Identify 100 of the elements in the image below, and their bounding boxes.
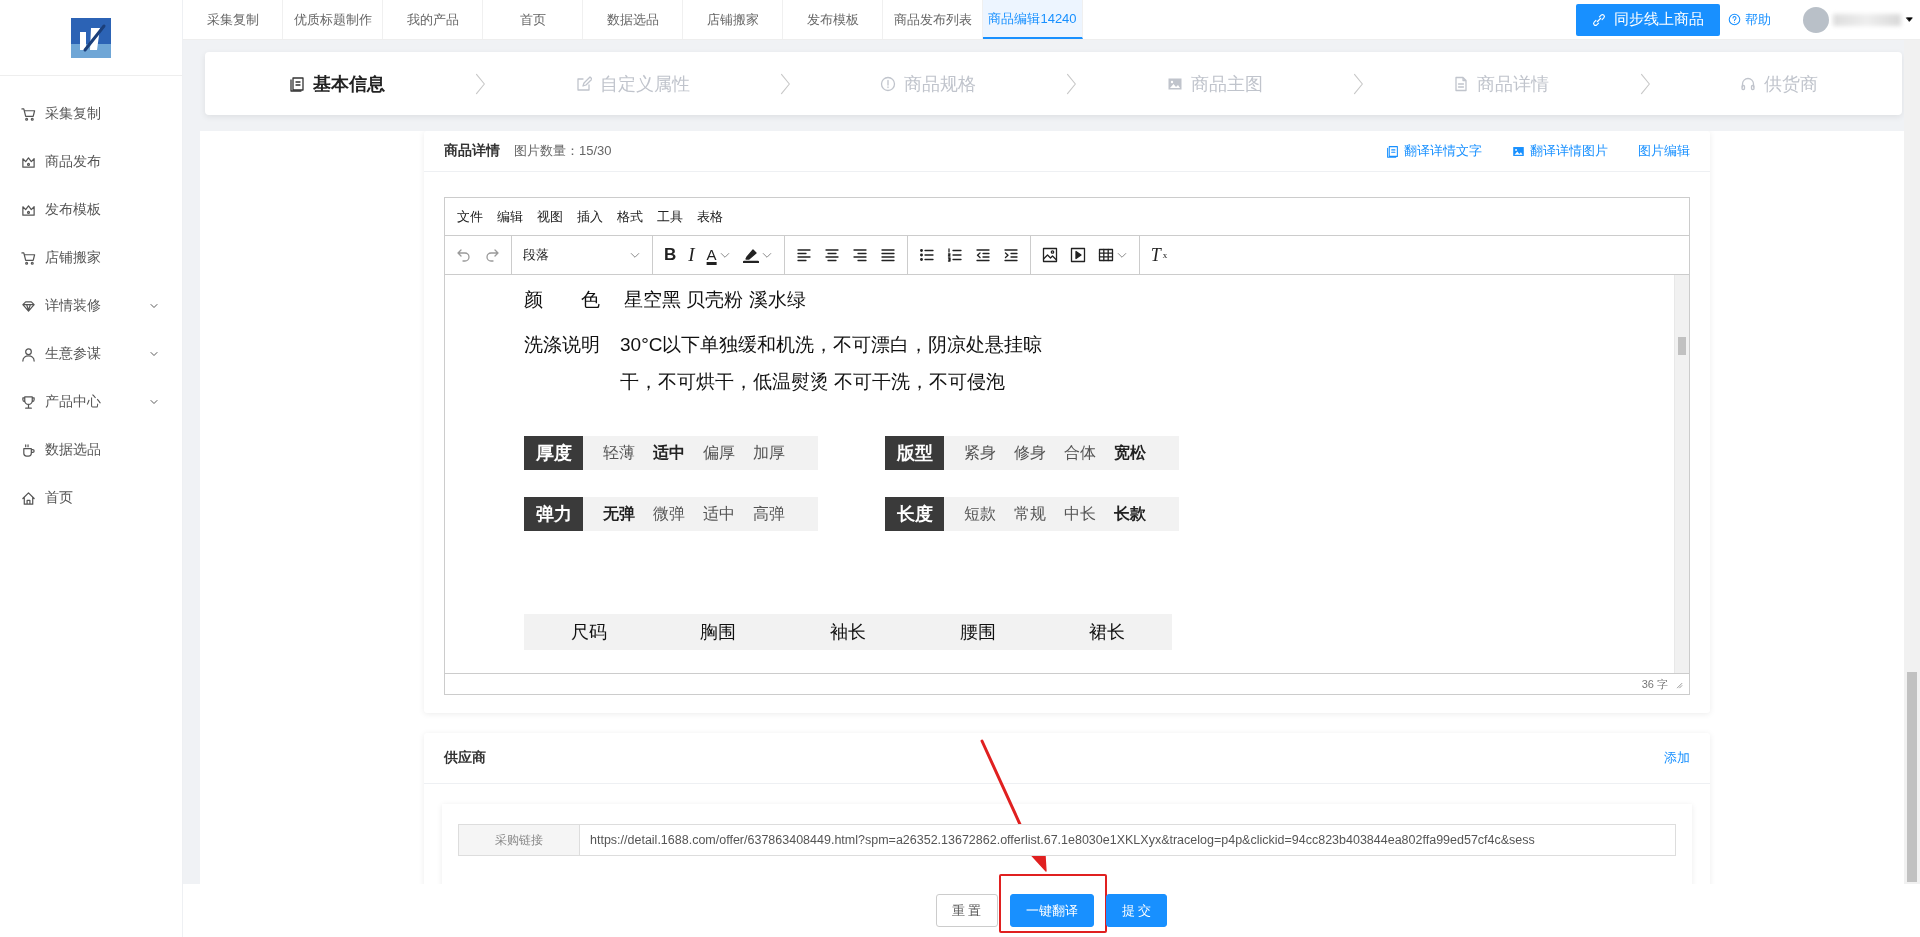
- link-icon: [1592, 12, 1606, 27]
- nav-tab[interactable]: 数据选品: [583, 0, 683, 39]
- sidebar-item[interactable]: 首页: [0, 474, 182, 522]
- attribute-heading: 厚度: [524, 436, 583, 470]
- menu-item[interactable]: 文件: [451, 203, 489, 230]
- menu-item[interactable]: 工具: [651, 203, 689, 230]
- format-select[interactable]: 段落: [518, 242, 646, 268]
- document-icon: [289, 75, 306, 92]
- attribute-option: 合体: [1064, 442, 1096, 464]
- table-header-cell-text: 腰围: [958, 621, 997, 644]
- outdent-icon[interactable]: [974, 247, 991, 263]
- spec-label: 洗涤说明: [524, 333, 601, 357]
- trophy-icon: [21, 394, 36, 410]
- info-icon: [880, 75, 897, 92]
- menu-item[interactable]: 视图: [531, 203, 569, 230]
- image-count: 图片数量：15/30: [514, 142, 612, 160]
- menu-item[interactable]: 表格: [691, 203, 729, 230]
- sidebar-item[interactable]: 生意参谋: [0, 330, 182, 378]
- headset-icon: [1739, 75, 1756, 92]
- crown-icon: [21, 154, 36, 170]
- spec-label: 颜色: [524, 288, 600, 312]
- align-left-icon[interactable]: [795, 247, 812, 263]
- section-title: 供应商: [444, 749, 486, 767]
- file-icon: [1453, 75, 1470, 92]
- attribute-option: 修身: [1014, 442, 1046, 464]
- sidebar-item[interactable]: 产品中心: [0, 378, 182, 426]
- chevron-right-icon: [473, 71, 488, 96]
- nav-tab[interactable]: 优质标题制作: [283, 0, 383, 39]
- attribute-option: 紧身: [964, 442, 996, 464]
- blurred-name: [1833, 13, 1901, 26]
- sidebar-item[interactable]: 采集复制: [0, 90, 182, 138]
- field-label: 采购链接: [458, 824, 580, 856]
- attribute-heading: 长度: [885, 497, 944, 531]
- chevron-right-icon: [1064, 71, 1079, 96]
- sidebar-item[interactable]: 店铺搬家: [0, 234, 182, 282]
- edit-icon: [575, 75, 592, 92]
- nav-tab[interactable]: 采集复制: [183, 0, 283, 39]
- attribute-option: 适中: [703, 503, 735, 525]
- document-icon: [1386, 144, 1399, 158]
- attribute-option: 中长: [1064, 503, 1096, 525]
- bold-button[interactable]: B: [659, 242, 682, 268]
- align-center-icon[interactable]: [823, 247, 840, 263]
- word-count: 36 字: [1641, 676, 1668, 692]
- attribute-option: 长款: [1114, 503, 1146, 525]
- sidebar-item[interactable]: 数据选品: [0, 426, 182, 474]
- nav-tab[interactable]: 首页: [483, 0, 583, 39]
- menu-item[interactable]: 编辑: [491, 203, 529, 230]
- cart-icon: [21, 106, 36, 122]
- menu-item[interactable]: 格式: [611, 203, 649, 230]
- cart-icon: [21, 250, 36, 266]
- cup-icon: [21, 442, 36, 458]
- app-logo: [71, 17, 111, 58]
- crown-icon: [21, 202, 36, 218]
- sidebar-item[interactable]: 详情装修: [0, 282, 182, 330]
- menu-item[interactable]: 插入: [571, 203, 609, 230]
- attribute-option: 偏厚: [703, 442, 735, 464]
- diamond-icon: [21, 298, 36, 314]
- table-header-cell-text: 胸围: [699, 621, 738, 644]
- nav-tab[interactable]: 店铺搬家: [683, 0, 783, 39]
- attribute-option: 宽松: [1114, 442, 1146, 464]
- spec-value: 30°C以下单独缓和机洗，不可漂白，阴凉处悬挂晾干，不可烘干，低温熨烫 不可干洗，不可侵泡: [620, 333, 1044, 394]
- home-icon: [21, 490, 36, 506]
- nav-tab[interactable]: 发布模板: [783, 0, 883, 39]
- highlighter-icon[interactable]: [742, 247, 759, 263]
- help-icon: [1728, 13, 1741, 26]
- attribute-option: 高弹: [753, 503, 785, 525]
- reset-button[interactable]: 重 置: [935, 894, 998, 927]
- image-icon: [1512, 144, 1525, 158]
- spec-value: 星空黑 贝壳粉 溪水绿: [624, 288, 807, 312]
- attribute-option: 短款: [964, 503, 996, 525]
- user-icon: [21, 346, 36, 362]
- table-header-cell-text: 袖长: [829, 621, 867, 644]
- attribute-option: 无弹: [603, 503, 635, 525]
- section-title: 商品详情: [444, 142, 500, 160]
- italic-button[interactable]: I: [683, 242, 700, 268]
- align-right-icon[interactable]: [851, 247, 868, 263]
- attribute-option: 加厚: [753, 442, 785, 464]
- play-icon[interactable]: [1069, 247, 1086, 263]
- attribute-heading: 弹力: [524, 497, 583, 531]
- caret-down-icon: [1905, 15, 1914, 24]
- sidebar-item[interactable]: 商品发布: [0, 138, 182, 186]
- indent-icon[interactable]: [1002, 247, 1019, 263]
- attribute-option: 常规: [1014, 503, 1046, 525]
- bullet-list-icon[interactable]: [918, 247, 935, 263]
- attribute-option: 适中: [653, 442, 685, 464]
- attribute-option: 轻薄: [603, 442, 635, 464]
- justify-icon[interactable]: [879, 247, 896, 263]
- image-icon[interactable]: [1041, 247, 1058, 263]
- step-item[interactable]: 基本信息: [289, 71, 386, 96]
- table-icon[interactable]: [1097, 247, 1114, 263]
- attribute-heading: 版型: [885, 436, 944, 470]
- table-header-cell-text: 尺码: [569, 621, 608, 644]
- text-color-button[interactable]: A: [701, 242, 736, 268]
- chevron-right-icon: [1351, 71, 1365, 96]
- sidebar-item[interactable]: 发布模板: [0, 186, 182, 234]
- table-header-cell-text: 裙长: [1088, 621, 1127, 644]
- numbered-list-icon[interactable]: [946, 247, 963, 263]
- attribute-option: 微弹: [653, 503, 685, 525]
- nav-tab[interactable]: 我的产品: [383, 0, 483, 39]
- link-field[interactable]: https://detail.1688.com/offer/637863408449.html?spm=a26352.13672862.offerlist.67.1e8030e1XKLXyx&tracelog=p4p&clickid=94cc823b403844ea802ffa99ed57cf4c&sess: [580, 824, 1676, 856]
